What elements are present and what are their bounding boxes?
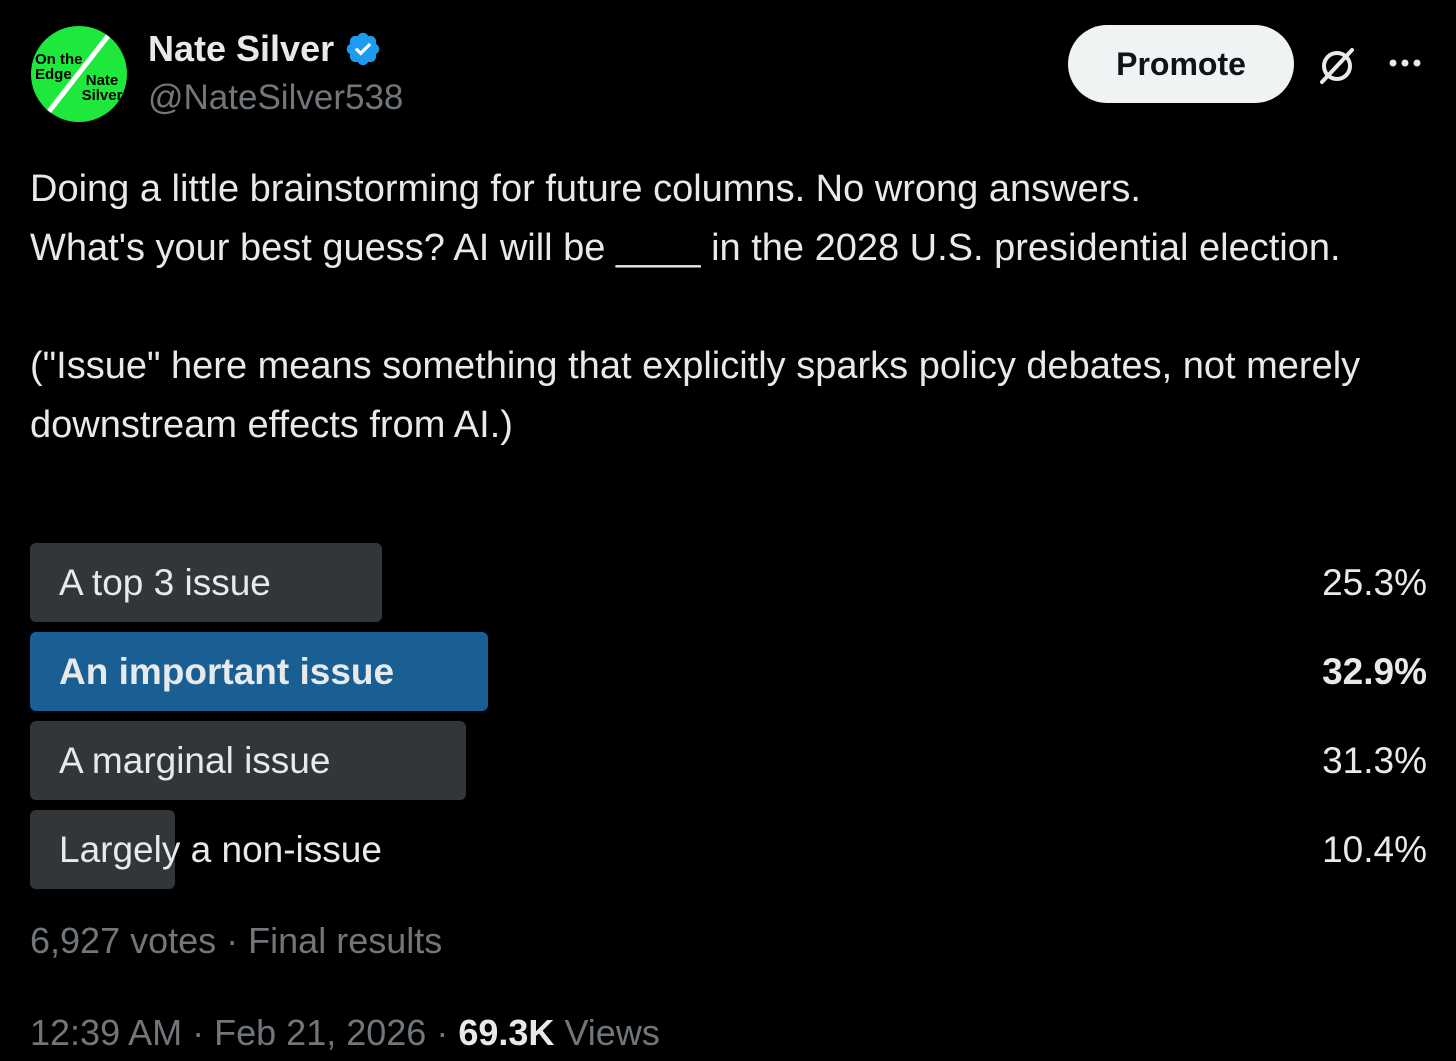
tweet-meta: 12:39 AM · Feb 21, 2026 · 69.3K Views — [30, 1012, 660, 1054]
poll-status: Final results — [248, 920, 443, 961]
verified-badge-icon — [346, 32, 380, 66]
tweet-text: Doing a little brainstorming for future … — [30, 168, 1361, 446]
author-name[interactable]: Nate Silver — [148, 28, 334, 70]
poll-option-label: An important issue — [59, 651, 395, 692]
poll-option: An important issue 32.9% — [30, 632, 1427, 711]
avatar-text-bottom: Nate Silver — [81, 72, 123, 104]
poll-option: A top 3 issue 25.3% — [30, 543, 1427, 622]
poll-option-label: Largely a non-issue — [59, 829, 382, 870]
poll-option: A marginal issue 31.3% — [30, 721, 1427, 800]
author-handle[interactable]: @NateSilver538 — [148, 78, 403, 118]
avatar[interactable]: On the Edge Nate Silver — [31, 26, 127, 122]
poll-option-percent: 32.9% — [1322, 651, 1427, 692]
avatar-text-top: On the Edge — [35, 51, 83, 83]
poll: A top 3 issue 25.3% An important issue 3… — [30, 543, 1427, 899]
meta-separator: · — [192, 1012, 205, 1053]
poll-votes: 6,927 votes — [30, 920, 217, 961]
more-icon[interactable] — [1384, 42, 1426, 84]
poll-option-label: A top 3 issue — [59, 562, 271, 603]
poll-option: Largely a non-issue 10.4% — [30, 810, 1427, 889]
poll-summary: 6,927 votes · Final results — [30, 920, 442, 962]
poll-option-percent: 25.3% — [1322, 562, 1427, 603]
views-count[interactable]: 69.3K — [458, 1012, 554, 1053]
tweet-date[interactable]: Feb 21, 2026 — [214, 1012, 426, 1053]
author-name-row[interactable]: Nate Silver — [148, 28, 382, 70]
views-label[interactable]: Views — [564, 1012, 659, 1053]
meta-separator: · — [436, 1012, 449, 1053]
grok-icon[interactable] — [1314, 46, 1360, 86]
poll-option-label: A marginal issue — [59, 740, 331, 781]
tweet-time[interactable]: 12:39 AM — [30, 1012, 182, 1053]
poll-option-percent: 31.3% — [1322, 740, 1427, 781]
promote-button[interactable]: Promote — [1068, 25, 1294, 103]
poll-option-percent: 10.4% — [1322, 829, 1427, 870]
poll-separator: · — [226, 920, 239, 961]
